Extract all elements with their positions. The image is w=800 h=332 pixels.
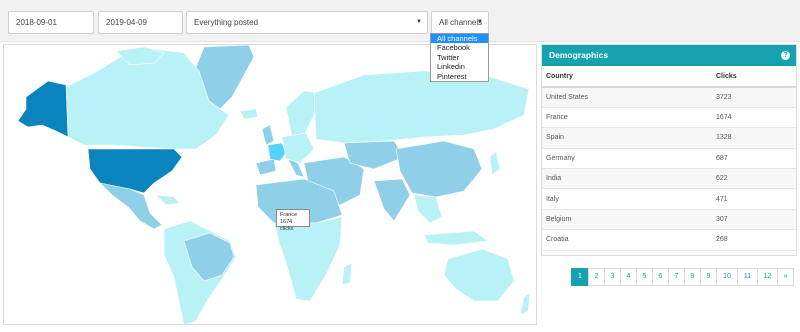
tooltip-clicks: 1674 clicks <box>280 219 294 232</box>
table-row: Croatia 268 <box>542 229 796 251</box>
page-button-3[interactable]: 3 <box>604 268 621 286</box>
region-russia[interactable] <box>313 70 530 144</box>
channel-filter-value: All channels <box>439 18 483 27</box>
world-map[interactable]: France 1674 clicks <box>3 44 537 325</box>
demographics-panel: Demographics ? Country Clicks United Sta… <box>541 44 797 256</box>
cell-clicks: 307 <box>712 209 796 231</box>
page-button-7[interactable]: 7 <box>668 268 685 286</box>
table-header-row: Country Clicks <box>542 66 796 88</box>
column-header-clicks[interactable]: Clicks <box>712 66 796 88</box>
content-filter-value: Everything posted <box>194 18 259 27</box>
table-row: France 1674 <box>542 107 796 129</box>
region-australia[interactable] <box>443 248 515 302</box>
next-page-button[interactable]: » <box>777 268 794 286</box>
region-spain[interactable] <box>255 158 277 176</box>
page-button-12[interactable]: 12 <box>757 268 778 286</box>
cell-country: United States <box>542 87 712 108</box>
caret-down-icon: ▼ <box>477 19 483 25</box>
page-button-6[interactable]: 6 <box>652 268 669 286</box>
channel-dropdown-list: All channels Facebook Twitter Linkedin P… <box>430 33 489 82</box>
start-date-input[interactable]: 2018-09-01 <box>8 11 94 34</box>
world-map-svg <box>17 45 531 324</box>
region-mexico[interactable] <box>99 182 163 230</box>
region-united-states[interactable] <box>87 148 183 194</box>
cell-country: Croatia <box>542 229 712 251</box>
filter-bar: 2018-09-01 2019-04-09 Everything posted … <box>0 0 800 42</box>
page-button-10[interactable]: 10 <box>716 268 738 286</box>
pagination: 1 2 3 4 5 6 7 8 9 10 11 12 » <box>571 268 794 286</box>
table-row: Spain 1328 <box>542 127 796 149</box>
region-central-europe[interactable] <box>281 132 315 164</box>
region-iceland[interactable] <box>239 108 259 120</box>
channel-option-all[interactable]: All channels <box>431 34 488 44</box>
page-button-11[interactable]: 11 <box>737 268 758 286</box>
cell-country: India <box>542 168 712 190</box>
end-date-input[interactable]: 2019-04-09 <box>98 11 183 34</box>
table-row: Germany 687 <box>542 148 796 170</box>
channel-filter-select[interactable]: All channels ▼ <box>431 11 489 34</box>
page-button-1[interactable]: 1 <box>571 268 589 286</box>
region-new-zealand[interactable] <box>519 292 531 316</box>
region-uk[interactable] <box>261 124 275 146</box>
cell-clicks: 1328 <box>712 127 796 149</box>
region-indonesia[interactable] <box>423 230 489 246</box>
cell-clicks: 1674 <box>712 107 796 129</box>
page-button-9[interactable]: 9 <box>700 268 717 286</box>
cell-clicks: 471 <box>712 188 796 210</box>
channel-option-linkedin[interactable]: Linkedin <box>431 62 488 71</box>
cell-clicks: 268 <box>712 229 796 251</box>
table-row: United States 3723 <box>542 87 796 108</box>
region-india[interactable] <box>373 178 411 222</box>
caret-down-icon: ▼ <box>416 19 422 25</box>
cell-country: France <box>542 107 712 129</box>
tooltip-country: France <box>280 212 298 218</box>
demographics-table: Country Clicks United States 3723 France… <box>542 66 796 251</box>
channel-option-twitter[interactable]: Twitter <box>431 53 488 62</box>
region-japan[interactable] <box>489 150 501 176</box>
page-button-2[interactable]: 2 <box>588 268 605 286</box>
table-row: India 622 <box>542 168 796 190</box>
cell-clicks: 3723 <box>712 87 796 108</box>
cell-country: Italy <box>542 188 712 210</box>
table-row: Belgium 307 <box>542 209 796 231</box>
region-madagascar[interactable] <box>341 262 353 286</box>
page-button-4[interactable]: 4 <box>620 268 637 286</box>
cell-clicks: 622 <box>712 168 796 190</box>
demographics-title: Demographics <box>549 50 609 60</box>
question-circle-icon[interactable]: ? <box>781 51 790 60</box>
demographics-header: Demographics ? <box>542 45 796 66</box>
map-tooltip: France 1674 clicks <box>276 209 310 232</box>
region-china[interactable] <box>395 140 483 198</box>
content-filter-select[interactable]: Everything posted ▼ <box>186 11 428 34</box>
channel-option-facebook[interactable]: Facebook <box>431 43 488 52</box>
region-caribbean[interactable] <box>155 194 181 206</box>
region-alaska[interactable] <box>17 80 69 138</box>
page-button-5[interactable]: 5 <box>636 268 653 286</box>
region-southeast-asia[interactable] <box>413 194 443 224</box>
cell-country: Spain <box>542 127 712 149</box>
column-header-country[interactable]: Country <box>542 66 712 88</box>
page-button-8[interactable]: 8 <box>684 268 701 286</box>
channel-option-pinterest[interactable]: Pinterest <box>431 72 488 81</box>
cell-country: Belgium <box>542 209 712 231</box>
table-row: Italy 471 <box>542 188 796 210</box>
cell-country: Germany <box>542 148 712 170</box>
cell-clicks: 687 <box>712 148 796 170</box>
